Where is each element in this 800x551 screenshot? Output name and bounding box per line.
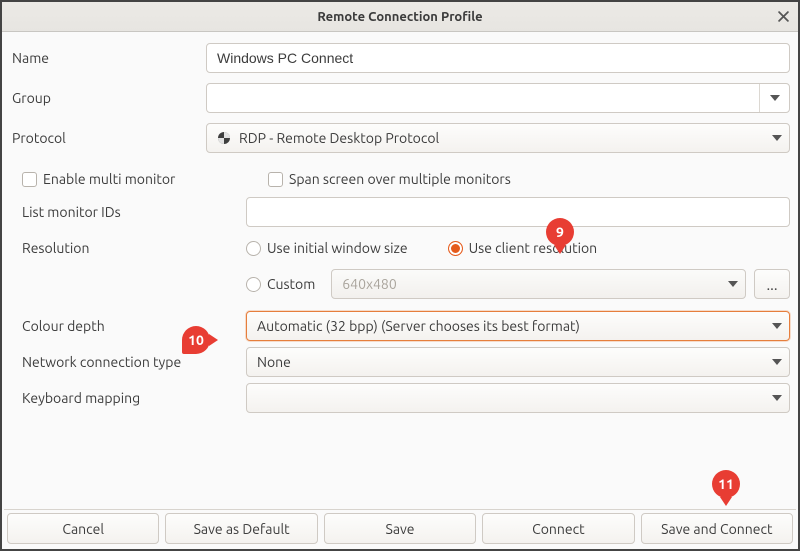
ellipsis-icon: ... — [766, 276, 777, 293]
radio-icon — [448, 241, 463, 256]
save-default-button[interactable]: Save as Default — [165, 513, 317, 544]
span-screen-label: Span screen over multiple monitors — [289, 171, 511, 187]
chevron-down-icon[interactable] — [765, 348, 789, 376]
button-bar: Cancel Save as Default Save Connect Save… — [4, 509, 796, 547]
chevron-down-icon[interactable] — [765, 384, 789, 412]
save-default-label: Save as Default — [194, 521, 290, 537]
row-colour-depth: Colour depth Automatic (32 bpp) (Server … — [22, 308, 790, 344]
group-combo[interactable] — [206, 83, 790, 113]
resolution-custom-select[interactable]: 640x480 — [331, 269, 746, 299]
row-group: Group — [2, 78, 798, 118]
span-screen-checkbox[interactable]: Span screen over multiple monitors — [268, 171, 511, 187]
resolution-custom-label: Custom — [267, 276, 315, 292]
save-label: Save — [385, 521, 414, 537]
group-input[interactable] — [207, 84, 759, 112]
row-monitor-ids: List monitor IDs — [22, 194, 790, 230]
resolution-initial-radio[interactable]: Use initial window size — [246, 240, 408, 256]
titlebar: Remote Connection Profile — [2, 2, 798, 32]
row-resolution: Resolution Use initial window size Use c… — [22, 230, 790, 266]
keyboard-mapping-label: Keyboard mapping — [22, 390, 246, 406]
resolution-client-label: Use client resolution — [469, 240, 598, 256]
radio-icon — [246, 277, 261, 292]
row-network-type: Network connection type None — [22, 344, 790, 380]
keyboard-mapping-select[interactable] — [246, 383, 790, 413]
resolution-initial-label: Use initial window size — [267, 240, 408, 256]
save-and-connect-label: Save and Connect — [661, 521, 772, 537]
enable-multi-monitor-label: Enable multi monitor — [43, 171, 175, 187]
network-type-value: None — [257, 354, 765, 370]
cancel-label: Cancel — [62, 521, 104, 537]
row-protocol: Protocol RDP - Remote Desktop Protocol — [2, 118, 798, 158]
row-name: Name — [2, 38, 798, 78]
network-type-label: Network connection type — [22, 354, 246, 370]
row-keyboard-mapping: Keyboard mapping — [22, 380, 790, 416]
resolution-label: Resolution — [22, 240, 246, 256]
close-button[interactable] — [768, 2, 798, 32]
save-button[interactable]: Save — [324, 513, 476, 544]
form-top: Name Group Protocol RDP - Remote Desktop… — [2, 38, 798, 158]
colour-depth-value: Automatic (32 bpp) (Server chooses its b… — [257, 318, 765, 334]
chevron-down-icon[interactable] — [765, 312, 789, 340]
colour-depth-label: Colour depth — [22, 318, 246, 334]
checkbox-icon — [22, 172, 37, 187]
options-section: Enable multi monitor Span screen over mu… — [2, 158, 798, 420]
list-monitor-ids-input[interactable] — [246, 197, 790, 227]
name-input[interactable] — [206, 43, 790, 73]
resolution-more-button[interactable]: ... — [754, 269, 790, 299]
annotation-11: 11 — [712, 470, 740, 498]
rdp-icon — [217, 131, 231, 145]
group-label: Group — [10, 90, 206, 106]
protocol-select[interactable]: RDP - Remote Desktop Protocol — [206, 123, 790, 153]
colour-depth-select[interactable]: Automatic (32 bpp) (Server chooses its b… — [246, 311, 790, 341]
row-monitors: Enable multi monitor Span screen over mu… — [22, 164, 790, 194]
chevron-down-icon[interactable] — [721, 270, 745, 298]
window-title: Remote Connection Profile — [317, 10, 482, 24]
protocol-value: RDP - Remote Desktop Protocol — [239, 130, 765, 146]
close-icon — [778, 9, 789, 25]
resolution-custom-value: 640x480 — [342, 276, 721, 292]
list-monitor-ids-label: List monitor IDs — [22, 204, 246, 220]
cancel-button[interactable]: Cancel — [7, 513, 159, 544]
resolution-client-radio[interactable]: Use client resolution — [448, 240, 598, 256]
enable-multi-monitor-checkbox[interactable]: Enable multi monitor — [22, 171, 240, 187]
chevron-down-icon[interactable] — [759, 84, 789, 112]
connect-label: Connect — [532, 521, 585, 537]
name-label: Name — [10, 50, 206, 66]
chevron-down-icon[interactable] — [765, 124, 789, 152]
network-type-select[interactable]: None — [246, 347, 790, 377]
radio-icon — [246, 241, 261, 256]
resolution-custom-radio[interactable]: Custom — [246, 276, 315, 292]
connect-button[interactable]: Connect — [482, 513, 634, 544]
checkbox-icon — [268, 172, 283, 187]
protocol-label: Protocol — [10, 130, 206, 146]
row-resolution-custom: Custom 640x480 ... — [22, 266, 790, 302]
save-and-connect-button[interactable]: Save and Connect — [641, 513, 793, 544]
